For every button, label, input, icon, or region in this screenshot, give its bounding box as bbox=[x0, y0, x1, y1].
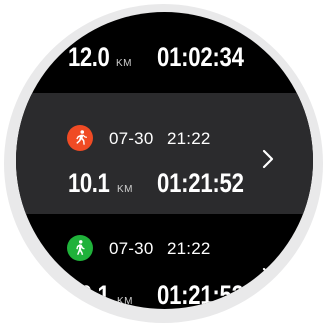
activity-record-row-selected[interactable]: 07-30 21:22 10.1 KM 01:21:52 bbox=[16, 93, 313, 214]
record-time: 21:22 bbox=[167, 239, 211, 258]
chevron-right-icon[interactable] bbox=[260, 148, 276, 170]
record-date: 07-30 bbox=[109, 129, 154, 148]
distance-value: 10.1 bbox=[68, 280, 110, 309]
duration-value: 01:02:34 bbox=[157, 42, 244, 72]
distance-value: 12.0 bbox=[68, 42, 110, 72]
chevron-right-icon[interactable] bbox=[260, 266, 276, 288]
running-icon bbox=[67, 125, 93, 151]
duration-value: 01:21:52 bbox=[157, 280, 244, 309]
distance-unit: KM bbox=[116, 58, 132, 69]
record-time: 21:22 bbox=[167, 129, 211, 148]
walking-icon bbox=[67, 235, 93, 261]
record-date: 07-30 bbox=[109, 239, 154, 258]
activity-record-row[interactable]: 07-30 21:22 10.1 KM 01:21:52 bbox=[16, 214, 313, 309]
activity-record-row[interactable]: 12.0 KM 01:02:34 bbox=[16, 12, 313, 93]
distance-unit: KM bbox=[117, 184, 133, 195]
distance-unit: KM bbox=[117, 296, 133, 307]
duration-value: 01:21:52 bbox=[157, 168, 244, 198]
distance-value: 10.1 bbox=[68, 168, 110, 198]
stage: 12.0 KM 01:02:34 07-30 21:22 10.1 KM 01:… bbox=[0, 0, 327, 331]
watch-screen: 12.0 KM 01:02:34 07-30 21:22 10.1 KM 01:… bbox=[16, 12, 313, 309]
